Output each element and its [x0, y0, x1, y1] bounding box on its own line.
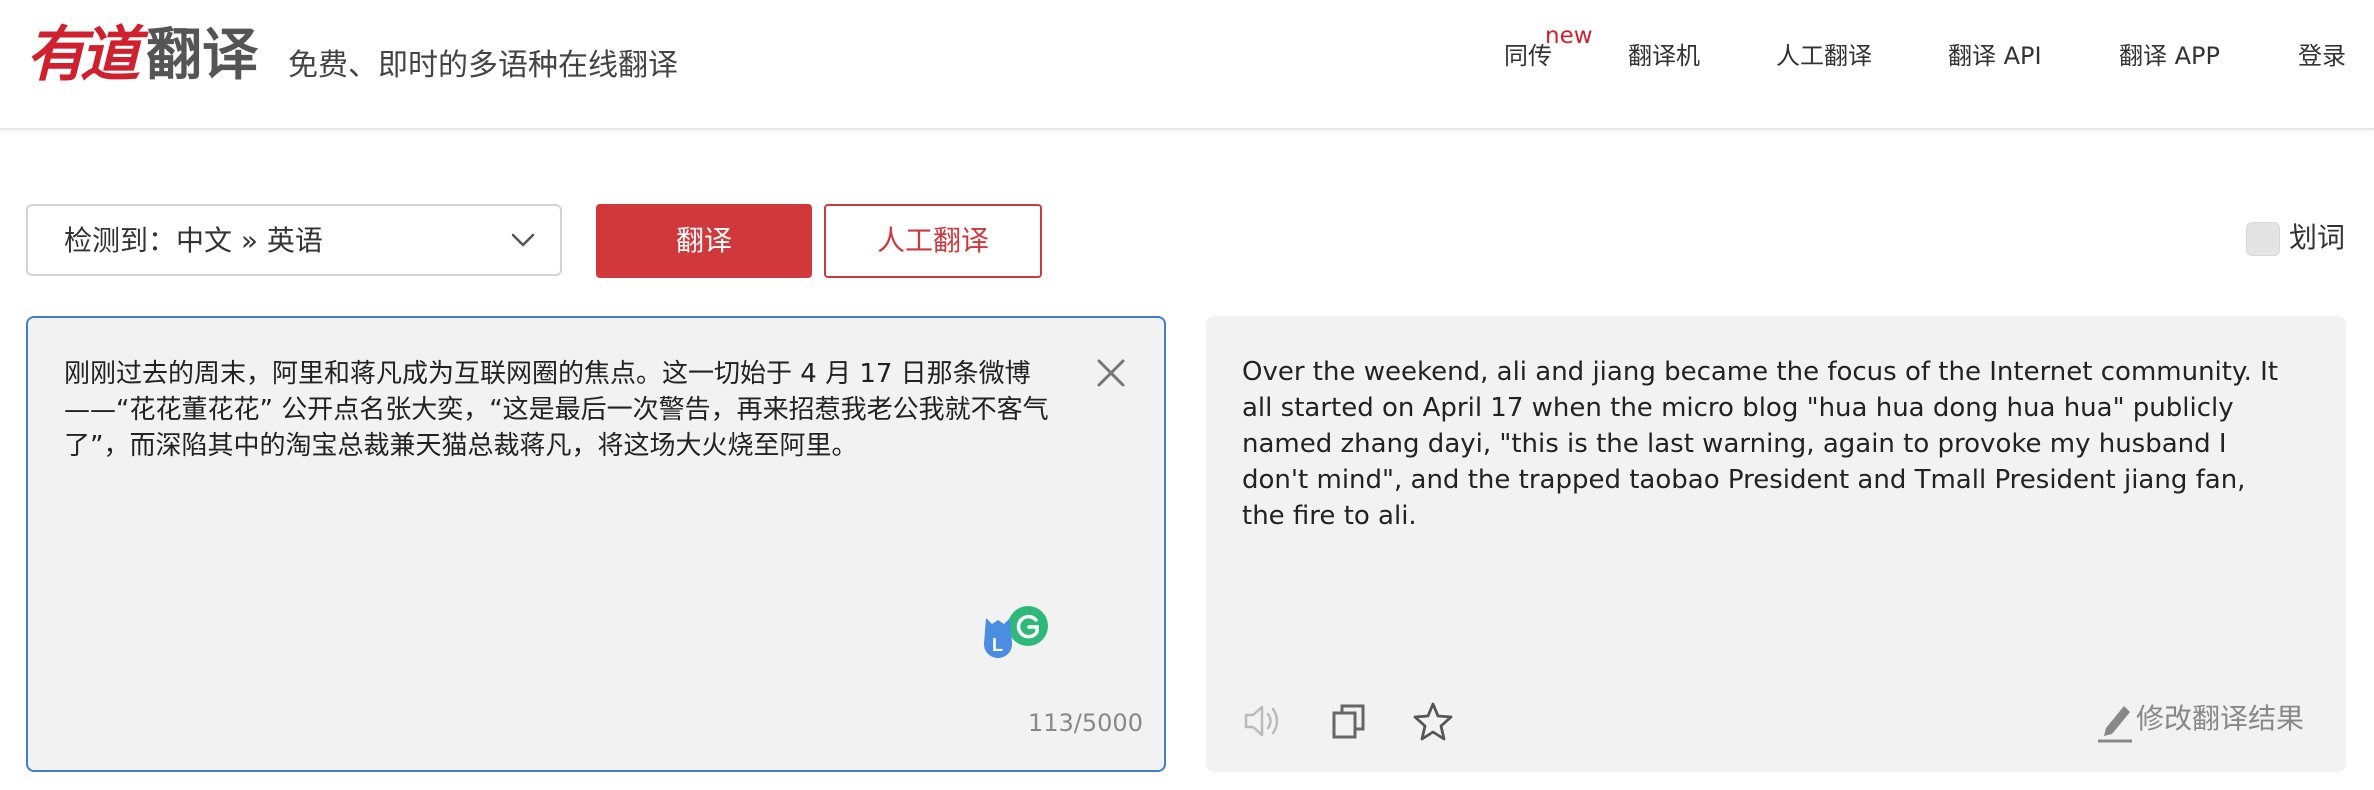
pencil-icon — [2098, 706, 2132, 743]
translate-button[interactable]: 翻译 — [596, 204, 812, 278]
language-selector[interactable]: 检测到：中文 » 英语 — [26, 204, 562, 276]
source-text[interactable]: 刚刚过去的周末，阿里和蒋凡成为互联网圈的焦点。这一切始于 4 月 17 日那条微… — [64, 356, 1074, 464]
translation-result-panel: Over the weekend, ali and jiang became t… — [1206, 316, 2346, 772]
nav-translator-device[interactable]: 翻译机 — [1628, 36, 1700, 76]
huaci-label[interactable]: 划词 — [2289, 219, 2345, 257]
chevron-down-icon — [511, 233, 535, 247]
huaci-checkbox[interactable] — [2246, 222, 2280, 256]
grammar-plugin-icon[interactable]: L — [980, 604, 1054, 664]
top-header: 有道 翻译 免费、即时的多语种在线翻译 同传 new 翻译机 人工翻译 翻译 A… — [0, 0, 2374, 130]
nav-translate-app[interactable]: 翻译 APP — [2119, 36, 2220, 76]
character-count: 113/5000 — [1028, 709, 1143, 737]
edit-translation-label: 修改翻译结果 — [2136, 702, 2305, 735]
source-text-area[interactable]: 刚刚过去的周末，阿里和蒋凡成为互联网圈的焦点。这一切始于 4 月 17 日那条微… — [26, 316, 1166, 772]
human-translate-button[interactable]: 人工翻译 — [824, 204, 1042, 278]
svg-text:L: L — [992, 635, 1003, 655]
slogan: 免费、即时的多语种在线翻译 — [288, 48, 678, 83]
close-icon[interactable] — [1094, 356, 1128, 390]
logo-fanyi-text[interactable]: 翻译 — [146, 20, 258, 92]
copy-icon[interactable] — [1328, 700, 1370, 742]
nav-translate-api[interactable]: 翻译 API — [1948, 36, 2042, 76]
nav-human-translation[interactable]: 人工翻译 — [1776, 36, 1872, 76]
youdao-logo[interactable]: 有道 — [26, 18, 140, 92]
nav-login[interactable]: 登录 — [2298, 36, 2346, 76]
star-icon[interactable] — [1412, 700, 1454, 742]
speaker-icon[interactable] — [1242, 700, 1284, 742]
translation-text: Over the weekend, ali and jiang became t… — [1242, 357, 2279, 531]
new-badge: new — [1545, 23, 1593, 49]
language-selector-label: 检测到：中文 » 英语 — [64, 224, 323, 257]
